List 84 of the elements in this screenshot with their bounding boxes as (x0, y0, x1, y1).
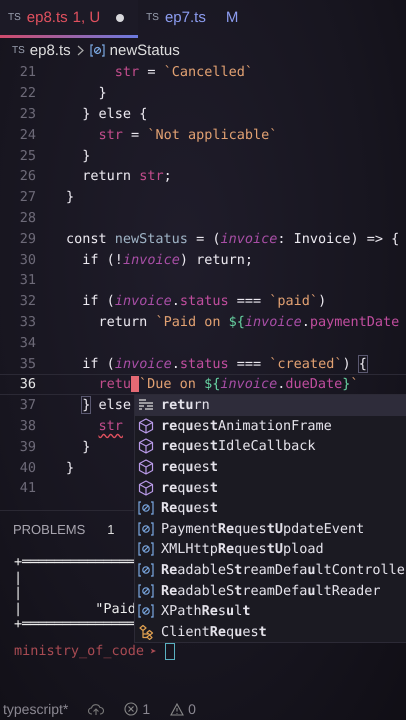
code-line: const newStatus = (invoice: Invoice) => { (66, 230, 400, 247)
problem-count: 1 (107, 522, 114, 537)
line-number: 36 (18, 376, 36, 392)
line-number: 22 (18, 85, 36, 102)
variable-icon (138, 501, 154, 516)
suggestion-item[interactable]: ReadableStreamDefaultControlle (135, 560, 406, 580)
code-line: return str; (81, 168, 172, 184)
variable-icon (90, 44, 105, 56)
language-label: TS (12, 44, 25, 56)
panel-tab[interactable]: PROBLEMS (13, 522, 86, 537)
code-line: } (98, 85, 107, 102)
line-number: 29 (18, 230, 36, 247)
code-line: } (66, 460, 74, 476)
terminal-line: | (14, 570, 22, 586)
code-line: str = `Not applicable` (98, 126, 278, 143)
variable-icon (138, 563, 154, 578)
suggestion-item[interactable]: request (135, 456, 406, 478)
code-line: } (81, 438, 90, 455)
suggestion-item[interactable]: XMLHttpRequestUpload (135, 539, 406, 560)
line-number: 23 (18, 106, 36, 122)
cube-icon (138, 438, 154, 454)
line-number: 32 (18, 293, 36, 310)
suggestion-item[interactable]: PaymentRequestUpdateEvent (135, 518, 406, 540)
warning-count: 0 (188, 701, 196, 717)
line-number: 21 (18, 64, 36, 80)
code-line: if (invoice.status === `created`) { (81, 356, 367, 372)
code-line: str (98, 418, 123, 434)
cube-icon (138, 418, 154, 434)
breadcrumb-symbol[interactable]: newStatus (110, 42, 180, 58)
line-number: 37 (18, 397, 36, 414)
error-icon[interactable] (124, 702, 138, 716)
suggestion-item[interactable]: ClientRequest (135, 622, 406, 642)
line-number: 40 (18, 460, 36, 476)
line-number: 28 (18, 210, 36, 226)
suggestion-item[interactable]: requestAnimationFrame (135, 416, 406, 436)
suggestion-item[interactable]: Request (135, 498, 406, 519)
variable-icon (138, 522, 154, 536)
terminal-cursor (164, 642, 175, 660)
suggestion-item[interactable]: request (135, 477, 406, 498)
line-number: 31 (18, 272, 36, 288)
line-number: 34 (18, 334, 36, 351)
prompt-arrow: ➤ (150, 644, 157, 658)
code-line: } (81, 148, 90, 164)
suggestion-item[interactable]: ReadableStreamDefaultReader (135, 580, 406, 601)
cube-icon (138, 480, 154, 496)
chevron-icon (76, 44, 84, 56)
terminal-line: | (14, 586, 22, 602)
code-line: if (!invoice) return; (81, 252, 254, 268)
suggestion-item[interactable]: XPathResult (135, 600, 406, 622)
code-line: } (66, 189, 74, 206)
breadcrumb-file[interactable]: ep8.ts (30, 42, 71, 58)
line-number: 33 (18, 314, 36, 330)
language-mode[interactable]: typescript* (3, 701, 68, 717)
keyword-icon (138, 398, 154, 412)
code-line: str = `Cancelled` (114, 64, 253, 80)
suggestion-item[interactable]: requestIdleCallback (135, 436, 406, 457)
code-line: } else (81, 397, 132, 414)
line-number: 24 (18, 126, 36, 143)
terminal-line: | "Paid (14, 602, 136, 617)
warning-icon[interactable] (170, 702, 184, 716)
variable-icon (138, 604, 154, 618)
line-number: 26 (18, 168, 36, 184)
prompt-user: ministry_of_code (14, 643, 144, 659)
cloud-upload-icon[interactable] (88, 702, 104, 716)
editor-tab[interactable]: TS ep8.ts 1, U (0, 0, 138, 38)
line-number: 41 (18, 480, 36, 496)
line-number: 27 (18, 189, 36, 206)
cube-icon (138, 459, 154, 476)
error-count: 1 (142, 701, 150, 717)
line-number: 35 (18, 356, 36, 372)
editor-tab[interactable]: TS ep7.ts M (138, 0, 252, 38)
code-line: if (invoice.status === `paid`) (81, 293, 326, 310)
code-line: } else { (81, 106, 148, 122)
suggestion-item[interactable]: return (135, 395, 406, 416)
line-number: 25 (18, 148, 36, 164)
variable-icon (138, 584, 154, 598)
variable-icon (138, 542, 154, 556)
terminal-line: +══════════════ (14, 617, 136, 632)
terminal-line: +══════════════ (14, 555, 136, 570)
line-number: 30 (18, 252, 36, 268)
line-number: 38 (18, 418, 36, 434)
line-number: 39 (18, 438, 36, 455)
code-line: return `Paid on ${invoice.paymentDate (98, 314, 400, 330)
class-icon (138, 624, 154, 640)
